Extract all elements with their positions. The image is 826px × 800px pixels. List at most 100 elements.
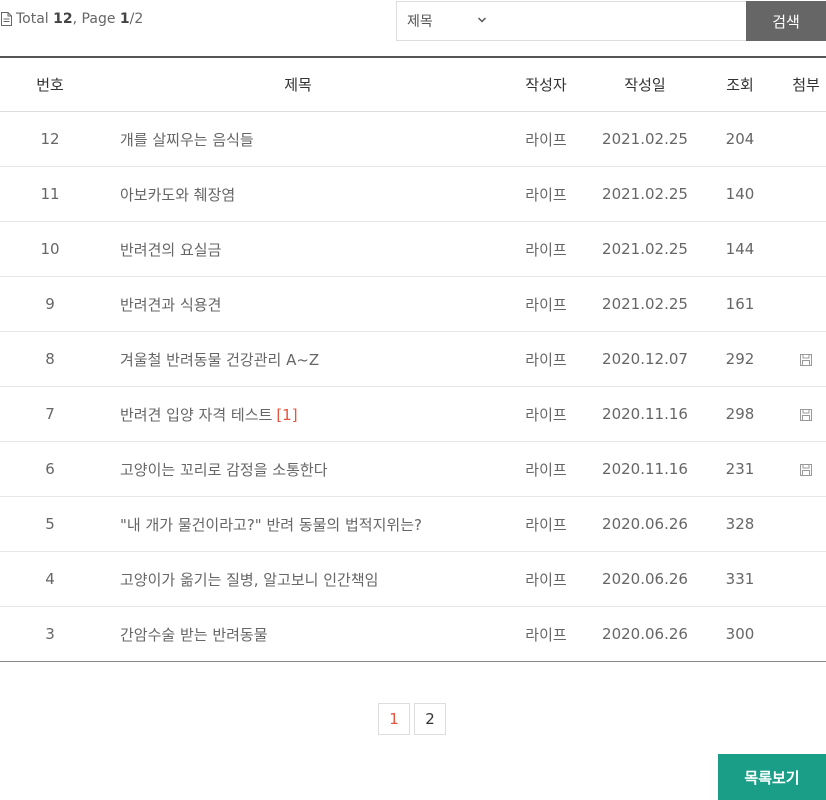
- floppy-disk-icon[interactable]: [800, 463, 812, 476]
- row-num: 7: [0, 386, 100, 442]
- row-attach: [786, 111, 826, 167]
- row-title-cell: 개를 살찌우는 음식들: [100, 111, 496, 167]
- row-date: 2021.02.25: [596, 111, 694, 167]
- table-header: 번호 제목 작성자 작성일 조회 첨부: [0, 56, 826, 112]
- row-num: 11: [0, 166, 100, 222]
- post-title-link[interactable]: 고양이가 옮기는 질병, 알고보니 인간책임: [120, 571, 378, 589]
- row-num: 9: [0, 276, 100, 332]
- search-field-select[interactable]: 제목: [396, 1, 496, 41]
- row-num: 5: [0, 496, 100, 552]
- table-row[interactable]: 12 개를 살찌우는 음식들 라이프 2021.02.25 204: [0, 111, 826, 167]
- header-num: 번호: [0, 56, 100, 112]
- floppy-disk-icon[interactable]: [800, 408, 812, 421]
- table-row[interactable]: 7 반려견 입양 자격 테스트 [1] 라이프 2020.11.16 298: [0, 386, 826, 442]
- row-author: 라이프: [496, 111, 596, 167]
- row-attach: [786, 441, 826, 497]
- page-total: 2: [134, 11, 144, 27]
- row-attach: [786, 386, 826, 442]
- comment-count: [1]: [276, 405, 298, 424]
- table-row[interactable]: 6 고양이는 꼬리로 감정을 소통한다 라이프 2020.11.16 231: [0, 441, 826, 497]
- row-attach: [786, 221, 826, 277]
- row-title-cell: 반려견과 식용견: [100, 276, 496, 332]
- header-title: 제목: [100, 56, 496, 112]
- row-title-cell: 아보카도와 췌장염: [100, 166, 496, 222]
- row-attach: [786, 331, 826, 387]
- board-toolbar: Total 12, Page 1/2 제목 검색: [0, 0, 826, 42]
- row-date: 2020.11.16: [596, 386, 694, 442]
- row-views: 144: [694, 221, 786, 277]
- row-author: 라이프: [496, 221, 596, 277]
- table-row[interactable]: 3 간암수술 받는 반려동물 라이프 2020.06.26 300: [0, 606, 826, 662]
- board-summary: Total 12, Page 1/2: [1, 11, 143, 27]
- header-attach: 첨부: [786, 56, 826, 112]
- row-num: 8: [0, 331, 100, 387]
- post-title-link[interactable]: 겨울철 반려동물 건강관리 A~Z: [120, 351, 319, 369]
- total-count: 12: [53, 11, 73, 27]
- post-title-link[interactable]: "내 개가 물건이라고?" 반려 동물의 법적지위는?: [120, 516, 422, 534]
- search-input[interactable]: [495, 1, 747, 41]
- row-date: 2020.06.26: [596, 496, 694, 552]
- row-date: 2021.02.25: [596, 276, 694, 332]
- row-num: 12: [0, 111, 100, 167]
- page-label: Page: [81, 11, 116, 27]
- row-num: 10: [0, 221, 100, 277]
- row-views: 331: [694, 551, 786, 607]
- row-date: 2021.02.25: [596, 221, 694, 277]
- pagination: 1 2: [378, 703, 446, 735]
- post-title-link[interactable]: 개를 살찌우는 음식들: [120, 131, 254, 149]
- row-date: 2020.12.07: [596, 331, 694, 387]
- table-row[interactable]: 11 아보카도와 췌장염 라이프 2021.02.25 140: [0, 166, 826, 222]
- board-table: 번호 제목 작성자 작성일 조회 첨부 12 개를 살찌우는 음식들 라이프 2021…: [0, 56, 826, 662]
- post-title-link[interactable]: 반려견의 요실금: [120, 241, 221, 259]
- row-views: 298: [694, 386, 786, 442]
- post-title-link[interactable]: 간암수술 받는 반려동물: [120, 626, 268, 644]
- row-title-cell: 반려견의 요실금: [100, 221, 496, 277]
- row-title-cell: 반려견 입양 자격 테스트 [1]: [100, 386, 496, 442]
- row-views: 161: [694, 276, 786, 332]
- search-button[interactable]: 검색: [746, 1, 826, 41]
- row-author: 라이프: [496, 166, 596, 222]
- header-views: 조회: [694, 56, 786, 112]
- floppy-disk-icon[interactable]: [800, 353, 812, 366]
- post-title-link[interactable]: 반려견 입양 자격 테스트: [120, 406, 272, 424]
- row-title-cell: 고양이가 옮기는 질병, 알고보니 인간책임: [100, 551, 496, 607]
- search-field-value: 제목: [407, 14, 433, 30]
- post-title-link[interactable]: 고양이는 꼬리로 감정을 소통한다: [120, 461, 328, 479]
- row-num: 3: [0, 606, 100, 662]
- row-attach: [786, 551, 826, 607]
- row-views: 140: [694, 166, 786, 222]
- list-button[interactable]: 목록보기: [718, 754, 826, 800]
- row-author: 라이프: [496, 551, 596, 607]
- page-2-link[interactable]: 2: [414, 703, 446, 735]
- table-row[interactable]: 9 반려견과 식용견 라이프 2021.02.25 161: [0, 276, 826, 332]
- table-row[interactable]: 5 "내 개가 물건이라고?" 반려 동물의 법적지위는? 라이프 2020.06.2…: [0, 496, 826, 552]
- row-date: 2020.06.26: [596, 606, 694, 662]
- row-views: 300: [694, 606, 786, 662]
- page-1-link[interactable]: 1: [378, 703, 410, 735]
- post-title-link[interactable]: 반려견과 식용견: [120, 296, 221, 314]
- row-author: 라이프: [496, 496, 596, 552]
- row-date: 2021.02.25: [596, 166, 694, 222]
- row-author: 라이프: [496, 606, 596, 662]
- row-attach: [786, 606, 826, 662]
- total-label: Total: [16, 11, 49, 27]
- table-row[interactable]: 10 반려견의 요실금 라이프 2021.02.25 144: [0, 221, 826, 277]
- row-views: 292: [694, 331, 786, 387]
- row-author: 라이프: [496, 386, 596, 442]
- table-row[interactable]: 8 겨울철 반려동물 건강관리 A~Z 라이프 2020.12.07 292: [0, 331, 826, 387]
- row-views: 204: [694, 111, 786, 167]
- header-date: 작성일: [596, 56, 694, 112]
- document-icon: [1, 12, 12, 26]
- table-row[interactable]: 4 고양이가 옮기는 질병, 알고보니 인간책임 라이프 2020.06.26 331: [0, 551, 826, 607]
- chevron-down-icon: [477, 17, 487, 23]
- row-attach: [786, 166, 826, 222]
- row-title-cell: 간암수술 받는 반려동물: [100, 606, 496, 662]
- page-current: 1: [119, 11, 130, 27]
- post-title-link[interactable]: 아보카도와 췌장염: [120, 186, 235, 204]
- row-views: 328: [694, 496, 786, 552]
- row-date: 2020.11.16: [596, 441, 694, 497]
- header-author: 작성자: [496, 56, 596, 112]
- row-date: 2020.06.26: [596, 551, 694, 607]
- row-title-cell: 겨울철 반려동물 건강관리 A~Z: [100, 331, 496, 387]
- row-author: 라이프: [496, 441, 596, 497]
